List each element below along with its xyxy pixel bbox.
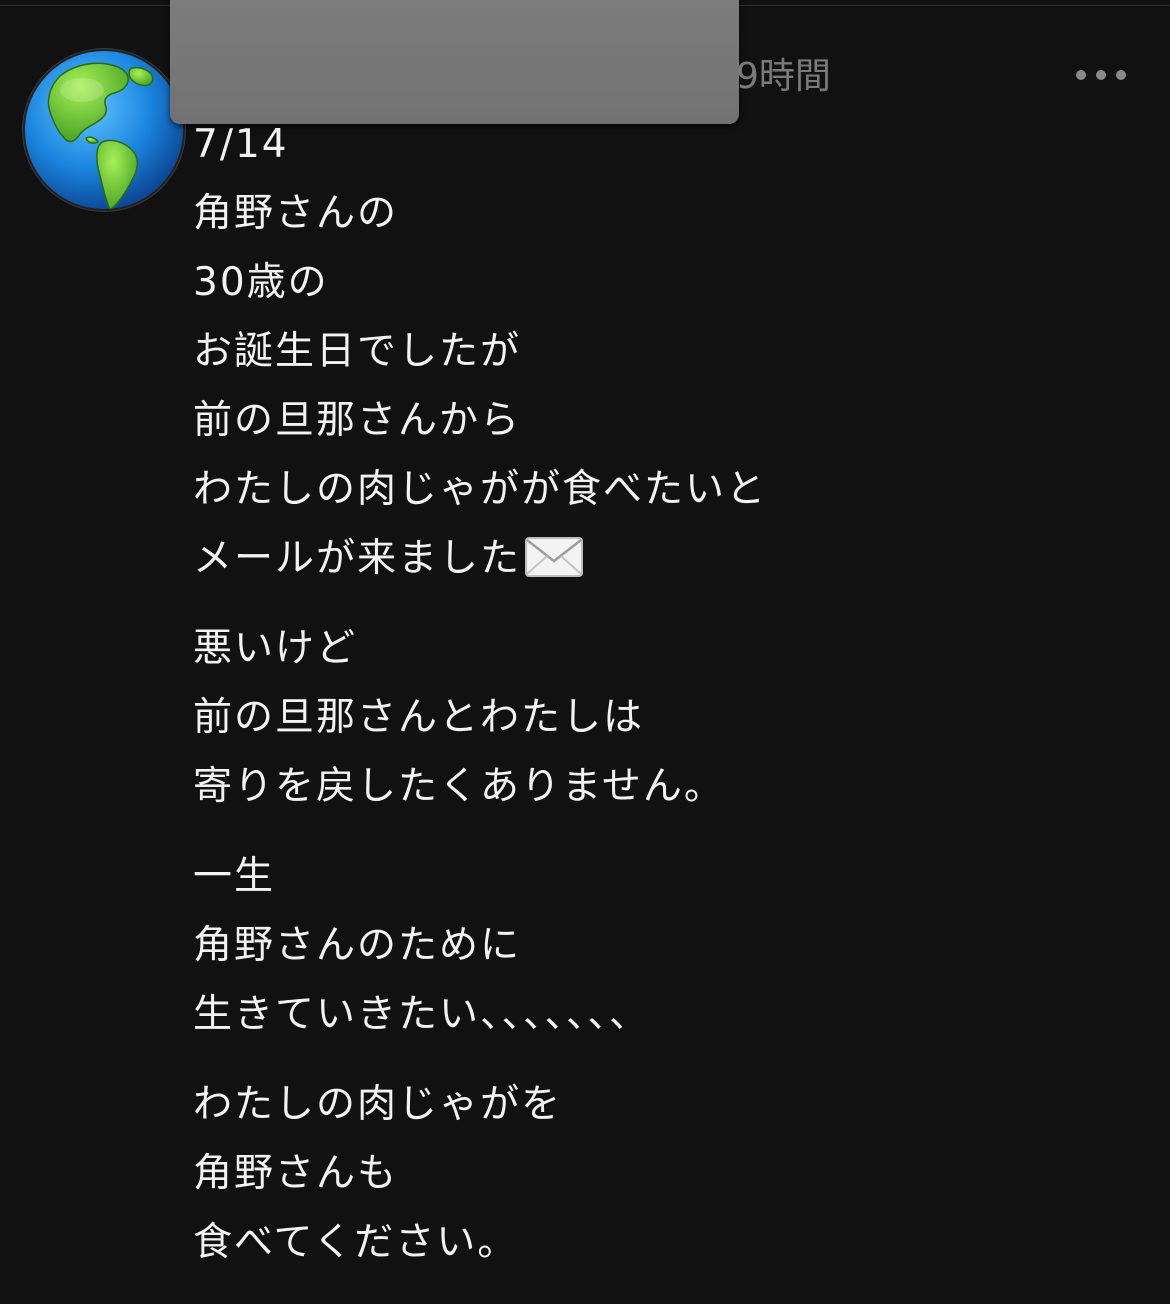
post-line: 悪いけど <box>193 626 358 671</box>
post-line: 生きていきたい、、、、、、、 <box>193 992 651 1037</box>
post-line: 角野さんのために <box>193 923 522 968</box>
post-line: メールが来ました <box>193 524 1133 593</box>
post-line: 前の旦那さんとわたしは <box>193 695 645 740</box>
redacted-username <box>170 0 739 124</box>
more-horizontal-icon <box>1076 70 1086 80</box>
more-options-button[interactable] <box>1076 60 1126 90</box>
post-line: わたしの肉じゃがが食べたいと <box>193 467 768 512</box>
post-line: 角野さんも <box>193 1151 399 1196</box>
post-line: 食べてください。 <box>193 1220 519 1265</box>
post-line-text: メールが来ました <box>193 536 522 581</box>
post-line: 角野さんの <box>193 191 399 236</box>
post-line: 30歳の <box>193 260 329 305</box>
envelope-icon <box>525 530 584 599</box>
post-body: 7/14 角野さんの 30歳の お誕生日でしたが 前の旦那さんから わたしの肉じ… <box>193 110 1133 1277</box>
post-line: 寄りを戻したくありません。 <box>193 764 725 809</box>
post-line: 一生 <box>193 854 276 899</box>
post-line: 前の旦那さんから <box>193 398 522 443</box>
post-line: お誕生日でしたが <box>193 329 522 374</box>
avatar[interactable] <box>20 46 188 214</box>
post-line: わたしの肉じゃがを <box>193 1082 563 1127</box>
post-timestamp: 9時間 <box>736 56 831 97</box>
post-line: 7/14 <box>193 122 289 167</box>
globe-americas-icon <box>22 48 186 212</box>
